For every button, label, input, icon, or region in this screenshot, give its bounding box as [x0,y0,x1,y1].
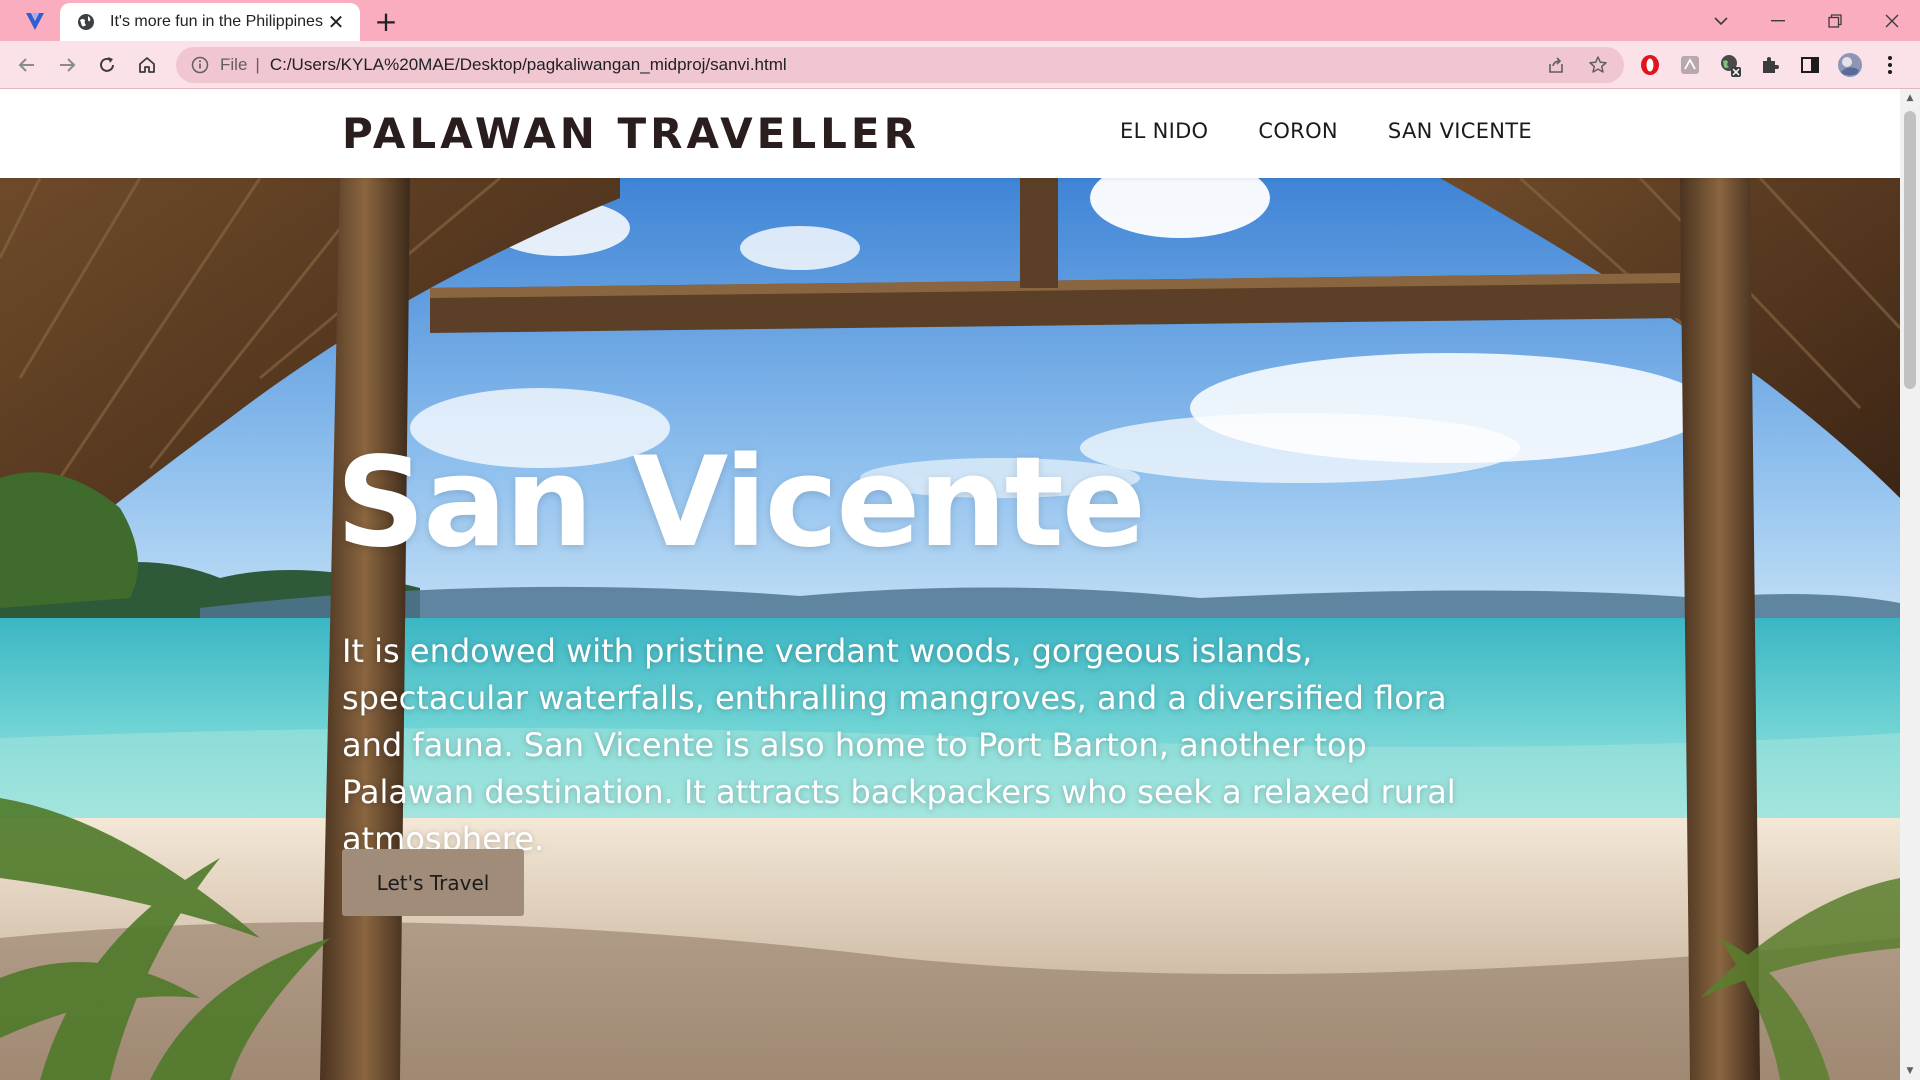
site-brand[interactable]: PALAWAN TRAVELLER [342,109,920,158]
browser-tab-active[interactable]: It's more fun in the Philippines ✕ [60,3,360,41]
browser-tab-bar: It's more fun in the Philippines ✕ + [0,0,1920,41]
window-controls [1692,0,1920,41]
back-button[interactable] [12,50,42,80]
star-icon[interactable] [1586,53,1610,77]
extension-globe-icon[interactable] [1716,51,1744,79]
scroll-down-arrow-icon[interactable]: ▼ [1900,1062,1920,1080]
nav-link-el-nido[interactable]: EL NIDO [1120,119,1208,143]
address-bar[interactable]: File | C:/Users/KYLA%20MAE/Desktop/pagka… [176,47,1624,83]
opera-icon[interactable] [1636,51,1664,79]
lets-travel-button[interactable]: Let's Travel [342,849,524,916]
browser-toolbar: File | C:/Users/KYLA%20MAE/Desktop/pagka… [0,41,1920,89]
reload-icon [100,57,114,72]
url-scheme: File [220,55,248,74]
home-icon [139,57,155,73]
tab-title: It's more fun in the Philippines [110,13,323,30]
url-text[interactable]: C:/Users/KYLA%20MAE/Desktop/pagkaliwanga… [270,55,1544,75]
sidebar-icon[interactable] [1796,51,1824,79]
scrollbar-thumb[interactable] [1904,111,1916,389]
arrow-right-icon [60,58,76,72]
more-vert-icon[interactable] [1876,51,1904,79]
arrow-left-icon [18,58,34,72]
page-viewport: PALAWAN TRAVELLER EL NIDO CORON SAN VICE… [0,89,1900,1080]
site-header: PALAWAN TRAVELLER EL NIDO CORON SAN VICE… [0,89,1900,178]
restore-button[interactable] [1806,0,1863,41]
reload-button[interactable] [92,50,122,80]
hero-description: It is endowed with pristine verdant wood… [342,632,1456,858]
plus-icon: + [374,4,398,38]
nav-link-coron[interactable]: CORON [1258,119,1338,143]
share-icon[interactable] [1544,53,1568,77]
close-window-button[interactable] [1863,0,1920,41]
scroll-up-arrow-icon[interactable]: ▲ [1900,89,1920,107]
page-scrollbar[interactable]: ▲ ▼ [1900,89,1920,1080]
minimize-button[interactable] [1749,0,1806,41]
globe-icon [76,12,96,32]
hero-section: San Vicente It is endowed with pristine … [0,178,1900,1080]
hero-title: San Vicente [336,431,1146,576]
forward-button[interactable] [52,50,82,80]
profile-avatar[interactable] [1836,51,1864,79]
puzzle-icon[interactable] [1756,51,1784,79]
new-tab-button[interactable]: + [372,4,400,38]
extension-gray-icon[interactable] [1676,51,1704,79]
info-icon[interactable] [190,55,210,75]
site-nav: EL NIDO CORON SAN VICENTE [1120,119,1532,143]
extensions-area [1636,51,1904,79]
nav-link-san-vicente[interactable]: SAN VICENTE [1388,119,1532,143]
tab-search-button[interactable] [1692,0,1749,41]
home-button[interactable] [132,50,162,80]
browser-app-icon[interactable] [20,8,50,34]
close-icon[interactable]: ✕ [324,10,348,34]
url-separator: | [255,55,260,74]
